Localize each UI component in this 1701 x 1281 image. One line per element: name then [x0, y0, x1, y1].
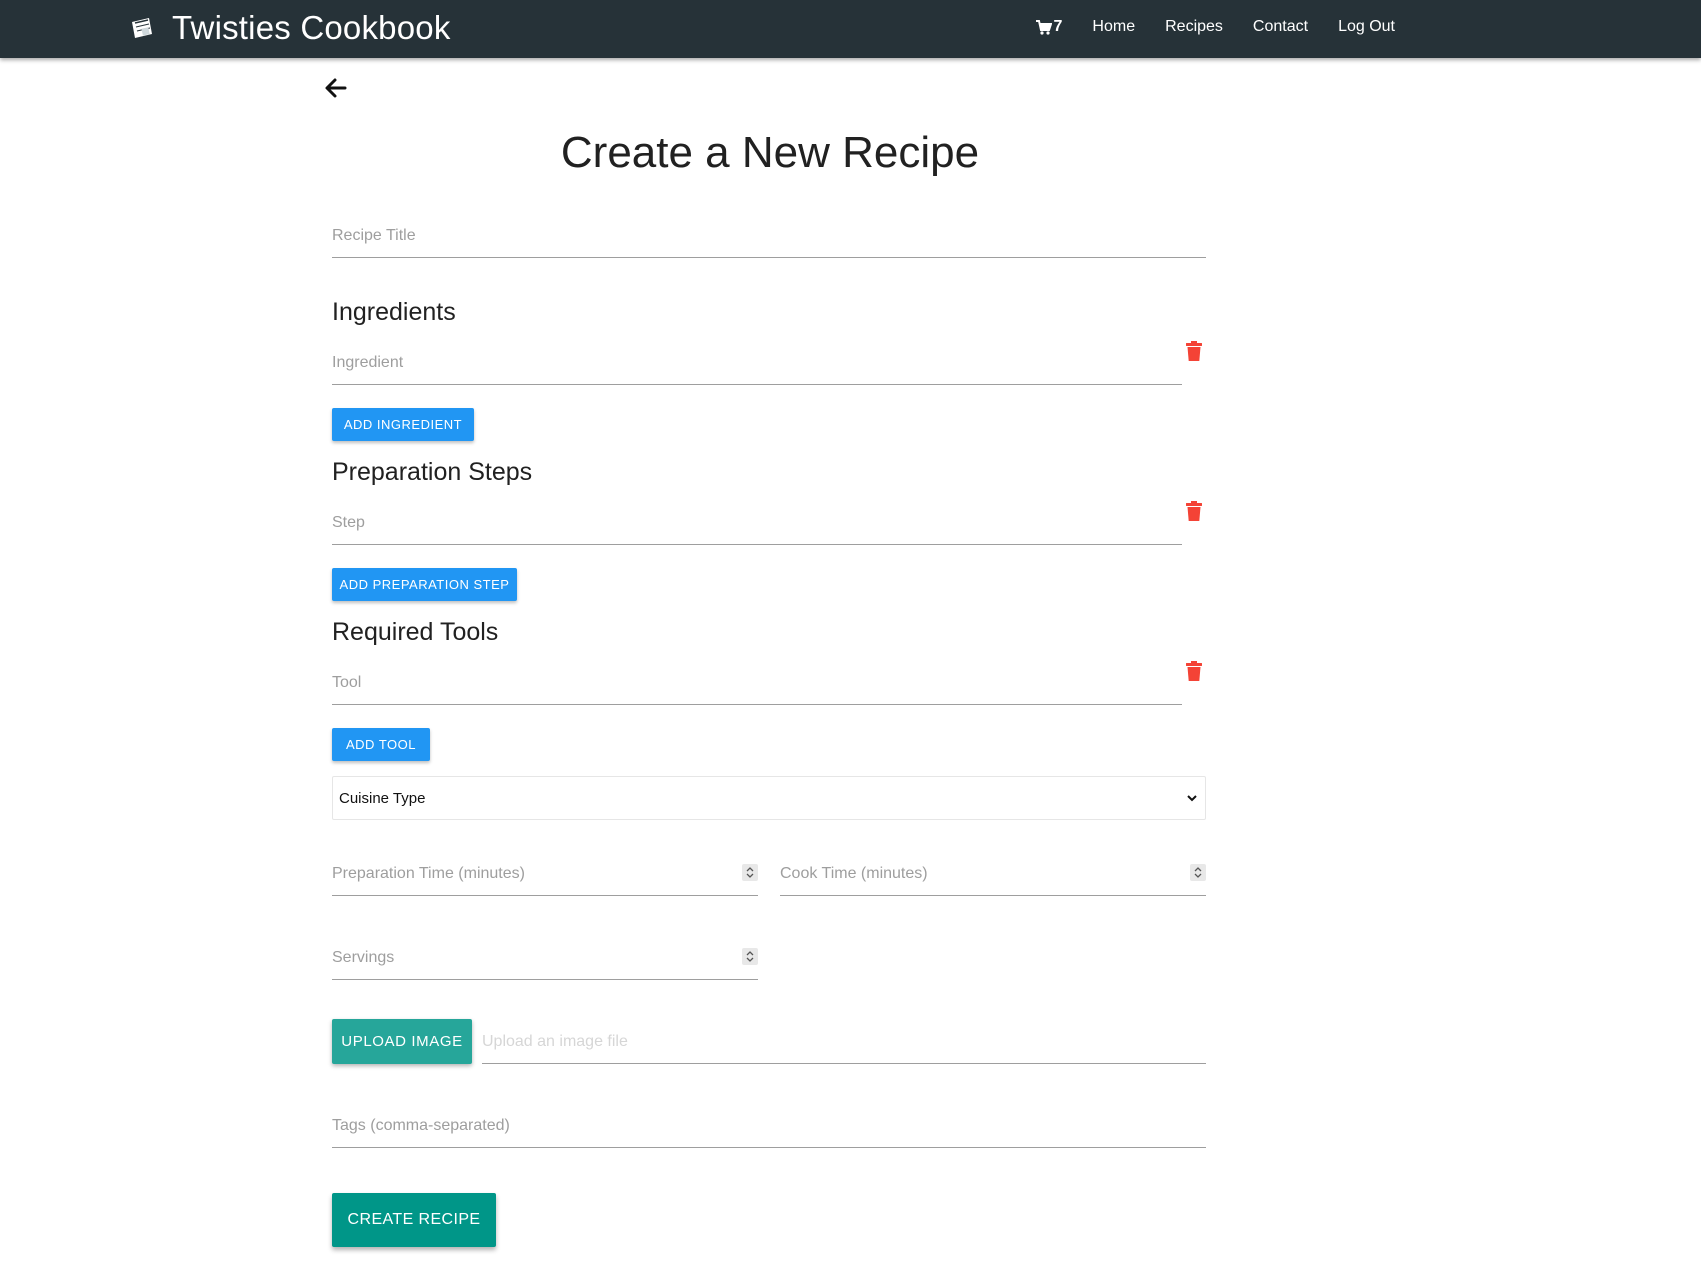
- brand-title: Twisties Cookbook: [172, 9, 451, 46]
- cookbook-logo-icon: [132, 18, 152, 38]
- prep-time-spinner[interactable]: [742, 864, 758, 881]
- ingredients-heading: Ingredients: [332, 298, 456, 326]
- delete-step-icon[interactable]: [1186, 501, 1202, 521]
- tags-field: [332, 1102, 1206, 1148]
- cuisine-type-value: Cuisine Type: [339, 789, 426, 807]
- add-tool-button[interactable]: ADD TOOL: [332, 728, 430, 761]
- cook-time-spinner[interactable]: [1190, 864, 1206, 881]
- add-step-button[interactable]: ADD PREPARATION STEP: [332, 568, 517, 601]
- nav-home[interactable]: Home: [1092, 18, 1135, 36]
- step-field: [332, 499, 1182, 545]
- brand[interactable]: Twisties Cookbook: [129, 8, 451, 48]
- steps-heading: Preparation Steps: [332, 458, 533, 486]
- servings-spinner[interactable]: [742, 948, 758, 965]
- ingredient-input[interactable]: [332, 339, 1182, 384]
- delete-ingredient-icon[interactable]: [1186, 341, 1202, 361]
- prep-time-input[interactable]: [332, 850, 758, 895]
- cart-count: 7: [1053, 18, 1063, 35]
- tags-input[interactable]: [332, 1102, 1206, 1147]
- add-ingredient-button[interactable]: ADD INGREDIENT: [332, 408, 474, 441]
- cook-time-input[interactable]: [780, 850, 1206, 895]
- nav-logout[interactable]: Log Out: [1338, 18, 1395, 36]
- nav-contact[interactable]: Contact: [1253, 18, 1308, 36]
- recipe-title-input[interactable]: [332, 212, 1206, 257]
- chevron-down-icon: [1187, 795, 1197, 802]
- tools-heading: Required Tools: [332, 618, 499, 646]
- nav-links: 7 Home Recipes Contact Log Out: [1035, 0, 1395, 54]
- servings-input[interactable]: [332, 934, 758, 979]
- tool-field: [332, 659, 1182, 705]
- spinner-arrows-icon: [746, 951, 754, 962]
- upload-path-field: [482, 1018, 1206, 1064]
- nav-recipes[interactable]: Recipes: [1165, 18, 1223, 36]
- cuisine-type-select[interactable]: Cuisine Type: [332, 776, 1206, 820]
- step-input[interactable]: [332, 499, 1182, 544]
- delete-tool-icon[interactable]: [1186, 661, 1202, 681]
- recipe-title-field: [332, 212, 1206, 258]
- ingredient-field: [332, 339, 1182, 385]
- tool-input[interactable]: [332, 659, 1182, 704]
- cart-icon: [1035, 19, 1052, 35]
- upload-path-input[interactable]: [482, 1018, 1206, 1063]
- page-title: Create a New Recipe: [560, 128, 980, 177]
- servings-field: [332, 934, 758, 980]
- navbar: Twisties Cookbook 7 Home Recipes Contact…: [0, 0, 1701, 58]
- prep-time-field: [332, 850, 758, 896]
- cart-link[interactable]: 7: [1035, 18, 1063, 36]
- back-arrow-icon[interactable]: [323, 76, 349, 100]
- spinner-arrows-icon: [1194, 867, 1202, 878]
- cook-time-field: [780, 850, 1206, 896]
- spinner-arrows-icon: [746, 867, 754, 878]
- create-recipe-button[interactable]: CREATE RECIPE: [332, 1193, 496, 1247]
- upload-image-button[interactable]: UPLOAD IMAGE: [332, 1019, 472, 1064]
